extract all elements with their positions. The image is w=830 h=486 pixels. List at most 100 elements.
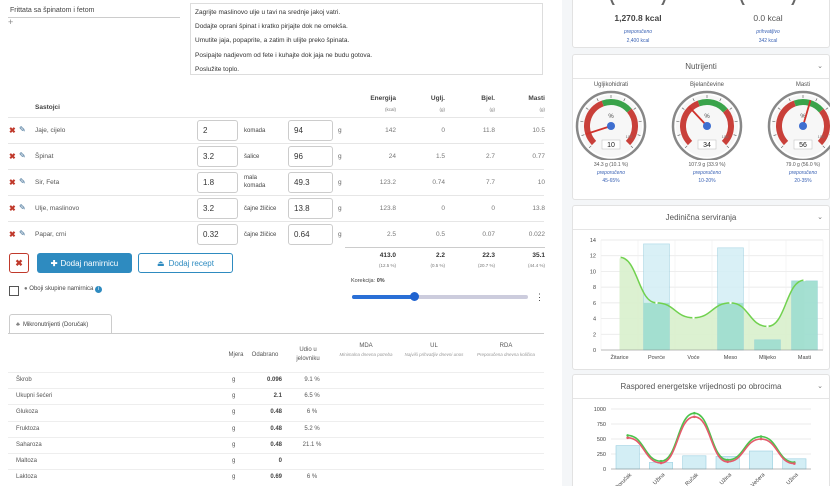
grams-input[interactable]: 96: [288, 146, 333, 167]
meal-point: [693, 415, 696, 419]
meal-point: [626, 436, 629, 440]
grams-input[interactable]: 94: [288, 120, 333, 141]
fat-value: 0.022: [528, 231, 545, 238]
micronutrient-name: Glukoza: [16, 409, 39, 416]
recipe-title[interactable]: Frittata sa špinatom i fetom: [10, 7, 94, 14]
gauge-hub: [703, 122, 711, 130]
quantity-input[interactable]: 0.32: [197, 224, 238, 245]
tab-divider: [8, 333, 544, 334]
total-carbs: 2.2: [435, 252, 445, 259]
y-tick-label: 6: [593, 301, 596, 307]
delete-icon[interactable]: ✖: [9, 126, 16, 135]
gauge-max-label: 100: [722, 134, 729, 139]
serving-chart-header[interactable]: Jedinična serviranja ⌄: [573, 206, 829, 230]
col-energy-unit: (kcal): [385, 107, 396, 112]
meal-point: [693, 411, 696, 415]
gauge-range: 10-20%: [698, 178, 716, 184]
delete-icon[interactable]: ✖: [9, 178, 16, 187]
ingredient-name: Špinat: [35, 153, 54, 160]
quantity-input[interactable]: 1.8: [197, 172, 238, 193]
meal-bar: [682, 455, 707, 470]
micronutrient-unit: g: [232, 393, 236, 400]
chevron-down-icon[interactable]: ⌄: [817, 62, 823, 70]
gauge-range: 45-65%: [602, 178, 620, 184]
grams-input[interactable]: 49.3: [288, 172, 333, 193]
serving-bar-overlap: [754, 339, 781, 350]
carbs-value: 0: [441, 127, 445, 134]
grams-input[interactable]: 13.8: [288, 198, 333, 219]
gauge-dial: % 100 34: [671, 90, 743, 160]
palette-icon: ●: [24, 286, 28, 292]
serving-chart: 0 2 4 6 8 10 12 14 Žitarice Povrće Voće Meso Mlijeko…: [590, 238, 824, 361]
ingredient-row: ✖ ✎ Papar, crni 0.32 čajne žličice 0.64 …: [0, 221, 552, 247]
kebab-icon[interactable]: ⋮: [535, 292, 544, 303]
total-fat: 35.1: [532, 252, 545, 259]
grams-unit: g: [338, 153, 342, 160]
quantity-input[interactable]: 3.2: [197, 146, 238, 167]
delete-icon[interactable]: ✖: [9, 230, 16, 239]
add-recipe-button[interactable]: ⏏ Dodaj recept: [138, 253, 233, 273]
micronutrient-share: 6 %: [306, 474, 318, 481]
serving-bar-overlap: [791, 280, 818, 350]
ingredient-row: ✖ ✎ Sir, Feta 1.8 mala komada 49.3 g 123…: [0, 169, 552, 195]
micronutrient-share: 6 %: [306, 409, 318, 416]
micronutrient-amount: 2.1: [273, 393, 282, 400]
gauge-symbol: %: [704, 114, 710, 120]
delete-icon[interactable]: ✖: [9, 204, 16, 213]
add-ingredient-button[interactable]: ✚ Dodaj namirnicu: [37, 253, 132, 273]
meal-point: [626, 434, 629, 437]
edit-icon[interactable]: ✎: [19, 151, 26, 160]
micronutrient-name: Laktoza: [16, 474, 38, 481]
gauge-hub: [799, 122, 807, 130]
tab-micronutrients[interactable]: ♣ Mikronutrijenti (Doručak): [9, 314, 112, 334]
chevron-down-icon[interactable]: ⌄: [817, 382, 823, 390]
table-row: Saharoza g 0.48 21.1 %: [8, 436, 544, 453]
x-icon: ✖: [15, 257, 23, 268]
gauge-amount: 107.9 g (33.9 %): [688, 162, 726, 168]
quantity-input[interactable]: 3.2: [197, 198, 238, 219]
add-recipe-line-icon[interactable]: +: [8, 17, 13, 27]
micronutrient-unit: g: [232, 425, 236, 432]
info-icon[interactable]: i: [95, 286, 102, 293]
edit-icon[interactable]: ✎: [19, 125, 26, 134]
fat-value: 13.8: [532, 205, 545, 212]
color-groups-checkbox[interactable]: [9, 286, 19, 296]
edit-icon[interactable]: ✎: [19, 203, 26, 212]
delete-icon[interactable]: ✖: [9, 152, 16, 161]
micronutrient-amount: 0.096: [266, 377, 282, 383]
micronutrient-unit: g: [232, 458, 236, 464]
col-amount-header: Odabrano: [251, 352, 279, 358]
energy-value: 24: [388, 153, 396, 160]
nutrients-panel-header[interactable]: Nutrijenti ⌄: [573, 55, 829, 79]
grams-input[interactable]: 0.64: [288, 224, 333, 245]
fat-value: 0.77: [532, 153, 545, 160]
micronutrient-share: 5.2 %: [304, 425, 320, 432]
edit-icon[interactable]: ✎: [19, 229, 26, 238]
correction-slider-handle[interactable]: [409, 292, 419, 301]
col-ul-header: UL: [430, 343, 438, 349]
micronutrient-unit: g: [232, 441, 236, 448]
serving-bar-overlap: [717, 302, 744, 350]
col-rda-header: RDA: [499, 343, 513, 349]
quantity-input[interactable]: 2: [197, 120, 238, 141]
clear-button[interactable]: ✖: [9, 253, 29, 273]
meal-point: [759, 437, 763, 441]
x-tick-label: Meso: [724, 355, 737, 361]
serving-chart-title: Jedinična serviranja: [665, 213, 737, 222]
meal-point: [793, 462, 796, 465]
x-tick-label: Masti: [798, 355, 811, 361]
instructions-textarea[interactable]: Zagrijte maslinovo ulje u tavi na srednj…: [190, 3, 543, 75]
micronutrient-amount: 0.48: [270, 409, 282, 416]
chevron-down-icon[interactable]: ⌄: [817, 213, 823, 221]
add-recipe-label: Dodaj recept: [168, 258, 214, 268]
meal-energy-header[interactable]: Raspored energetske vrijednosti po obroc…: [573, 375, 829, 399]
nutrient-gauge: Ugljikohidrati% 100 10 34.3 g (10.1 %) prepo…: [573, 79, 649, 184]
y-tick-label: 8: [593, 285, 596, 291]
table-row: Glukoza g 0.48 6 %: [8, 404, 544, 420]
ingredient-name: Ulje, maslinovo: [35, 205, 80, 212]
energy-right-target: 342 kcal: [758, 38, 778, 44]
edit-icon[interactable]: ✎: [19, 177, 26, 186]
scale-icon: ♣: [16, 321, 20, 328]
gauge-max-label: 100: [626, 134, 633, 139]
x-tick-label: Voće: [687, 355, 699, 361]
